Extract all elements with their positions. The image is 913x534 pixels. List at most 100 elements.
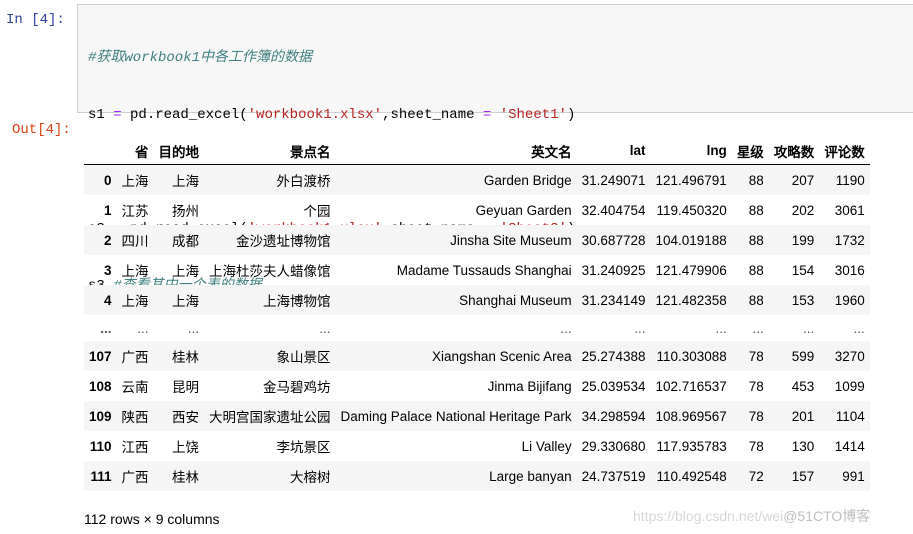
table-cell: ... bbox=[803, 320, 815, 336]
table-cell: 成都 bbox=[172, 234, 200, 249]
code-paren: ) bbox=[566, 107, 576, 123]
column-header: 目的地 bbox=[153, 137, 205, 165]
row-index: 2 bbox=[104, 232, 112, 248]
table-cell: ... bbox=[634, 320, 646, 336]
table-cell: 102.716537 bbox=[655, 378, 727, 394]
dataframe-shape: 112 rows × 9 columns bbox=[84, 511, 220, 527]
table-cell: 119.450320 bbox=[656, 202, 727, 218]
table-cell: 72 bbox=[748, 468, 764, 484]
table-cell: ... bbox=[319, 320, 331, 336]
table-cell: 金沙遗址博物馆 bbox=[236, 234, 331, 249]
table-cell: Jinsha Site Museum bbox=[450, 232, 572, 248]
table-cell: 88 bbox=[748, 262, 764, 278]
watermark-site: @51CTO博客 bbox=[783, 508, 871, 524]
table-cell: 象山景区 bbox=[276, 350, 331, 365]
table-cell: 110.303088 bbox=[656, 348, 727, 364]
column-header: 英文名 bbox=[335, 137, 577, 165]
table-row: 109 陕西 西安 大明宫国家遗址公园 Daming Palace National H… bbox=[84, 401, 870, 431]
table-cell: ... bbox=[752, 320, 764, 336]
table-cell: 25.274388 bbox=[581, 348, 646, 364]
table-row: 111 广西 桂林 大榕树 Large banyan 24.737519 110.49254… bbox=[84, 461, 870, 491]
column-header: 评论数 bbox=[819, 137, 870, 165]
code-call: pd.read_excel( bbox=[121, 107, 248, 123]
table-cell: 云南 bbox=[121, 380, 149, 395]
watermark-url: https://blog.csdn.net/wei bbox=[633, 508, 784, 524]
table-cell: 上海 bbox=[121, 264, 149, 279]
output-prompt: Out[4]: bbox=[12, 122, 71, 138]
table-cell: Jinma Bijifang bbox=[487, 378, 572, 394]
table-cell: 1099 bbox=[834, 378, 865, 394]
table-cell: ... bbox=[187, 320, 200, 336]
code-comment: #获取workbook1中各工作簿的数据 bbox=[88, 50, 313, 66]
table-cell: 陕西 bbox=[121, 410, 149, 425]
table-cell: 121.496791 bbox=[655, 172, 727, 188]
watermark: https://blog.csdn.net/wei@51CTO博客 bbox=[633, 506, 870, 526]
table-cell: 上饶 bbox=[172, 440, 200, 455]
column-header: 景点名 bbox=[204, 137, 336, 165]
code-line-comment: #获取workbook1中各工作簿的数据 bbox=[88, 49, 575, 68]
code-cell[interactable]: #获取workbook1中各工作簿的数据 s1 = pd.read_excel(… bbox=[77, 4, 913, 294]
table-cell: Shanghai Museum bbox=[459, 292, 572, 308]
table-cell: 上海 bbox=[172, 174, 200, 189]
table-cell: Garden Bridge bbox=[483, 172, 572, 188]
table-cell: 昆明 bbox=[172, 380, 200, 395]
table-cell: 31.234149 bbox=[581, 292, 646, 308]
code-string: 'workbook1.xlsx' bbox=[247, 107, 383, 123]
table-cell: 88 bbox=[748, 202, 764, 218]
table-cell: 江西 bbox=[121, 440, 149, 455]
table-cell: 1414 bbox=[834, 438, 865, 454]
table-cell: 78 bbox=[748, 378, 764, 394]
table-cell: 24.737519 bbox=[581, 468, 646, 484]
table-cell: 121.479906 bbox=[655, 262, 727, 278]
table-cell: 李坑景区 bbox=[276, 440, 331, 455]
table-cell: 154 bbox=[791, 262, 815, 278]
table-cell: 199 bbox=[791, 232, 815, 248]
table-cell: ... bbox=[137, 320, 149, 336]
table-cell: 25.039534 bbox=[581, 378, 646, 394]
table-cell: 29.330680 bbox=[581, 438, 646, 454]
table-cell: 108.969567 bbox=[655, 408, 727, 424]
table-body: 0 上海 上海 外白渡桥 Garden Bridge 31.249071 121.49679… bbox=[84, 164, 870, 491]
table-cell: ... bbox=[715, 320, 727, 336]
table-cell: 1960 bbox=[834, 292, 865, 308]
table-row: 110 江西 上饶 李坑景区 Li Valley 29.330680 117.935783 7… bbox=[84, 431, 870, 461]
row-index: 107 bbox=[89, 348, 112, 364]
row-index: 4 bbox=[104, 292, 112, 308]
table-cell: 88 bbox=[748, 232, 764, 248]
table-cell: 个园 bbox=[303, 204, 331, 219]
table-cell: ... bbox=[560, 320, 572, 336]
code-operator: = bbox=[113, 107, 122, 123]
column-header: 攻略数 bbox=[768, 137, 820, 165]
dataframe-table: 省目的地 景点名 英文名 lat lng 星级 攻略数 评论数 0 上海 上海 外白渡桥 Garden… bbox=[84, 137, 870, 491]
table-cell: 1190 bbox=[835, 172, 865, 188]
table-cell: Large banyan bbox=[489, 468, 572, 484]
table-cell: 3270 bbox=[834, 348, 865, 364]
table-cell: 上海 bbox=[121, 294, 149, 309]
table-row: 2 四川 成都 金沙遗址博物馆 Jinsha Site Museum 30.687728 1… bbox=[84, 225, 870, 255]
row-index: 111 bbox=[90, 468, 112, 484]
table-row: 0 上海 上海 外白渡桥 Garden Bridge 31.249071 121.49679… bbox=[84, 164, 870, 195]
table-cell: 599 bbox=[791, 348, 815, 364]
table-cell: 金马碧鸡坊 bbox=[263, 380, 331, 395]
table-cell: 202 bbox=[791, 202, 815, 218]
table-cell: Daming Palace National Heritage Park bbox=[340, 408, 572, 424]
table-row: 4 上海 上海 上海博物馆 Shanghai Museum 31.234149 121.48… bbox=[84, 285, 870, 315]
row-index: 0 bbox=[104, 172, 112, 188]
table-cell: 外白渡桥 bbox=[276, 174, 331, 189]
table-cell: Geyuan Garden bbox=[475, 202, 572, 218]
table-row: 1 江苏 扬州 个园 Geyuan Garden 32.404754 119.450320 8… bbox=[84, 195, 870, 225]
table-cell: 桂林 bbox=[172, 350, 200, 365]
table-header: 省目的地 景点名 英文名 lat lng 星级 攻略数 评论数 bbox=[84, 137, 870, 165]
table-cell: 1732 bbox=[834, 232, 865, 248]
column-header: lat bbox=[576, 137, 651, 165]
table-cell: 西安 bbox=[172, 410, 200, 425]
table-cell: Madame Tussauds Shanghai bbox=[396, 262, 572, 278]
table-row: 107 广西 桂林 象山景区 Xiangshan Scenic Area 25.27438… bbox=[84, 341, 870, 371]
row-index: 110 bbox=[89, 438, 112, 454]
table-cell: 1104 bbox=[835, 408, 865, 424]
row-index: 108 bbox=[89, 378, 112, 394]
row-index: ... bbox=[100, 320, 112, 336]
table-cell: 上海杜莎夫人蜡像馆 bbox=[209, 264, 331, 279]
table-cell: 大榕树 bbox=[290, 470, 331, 485]
table-cell: 110.492548 bbox=[656, 468, 727, 484]
